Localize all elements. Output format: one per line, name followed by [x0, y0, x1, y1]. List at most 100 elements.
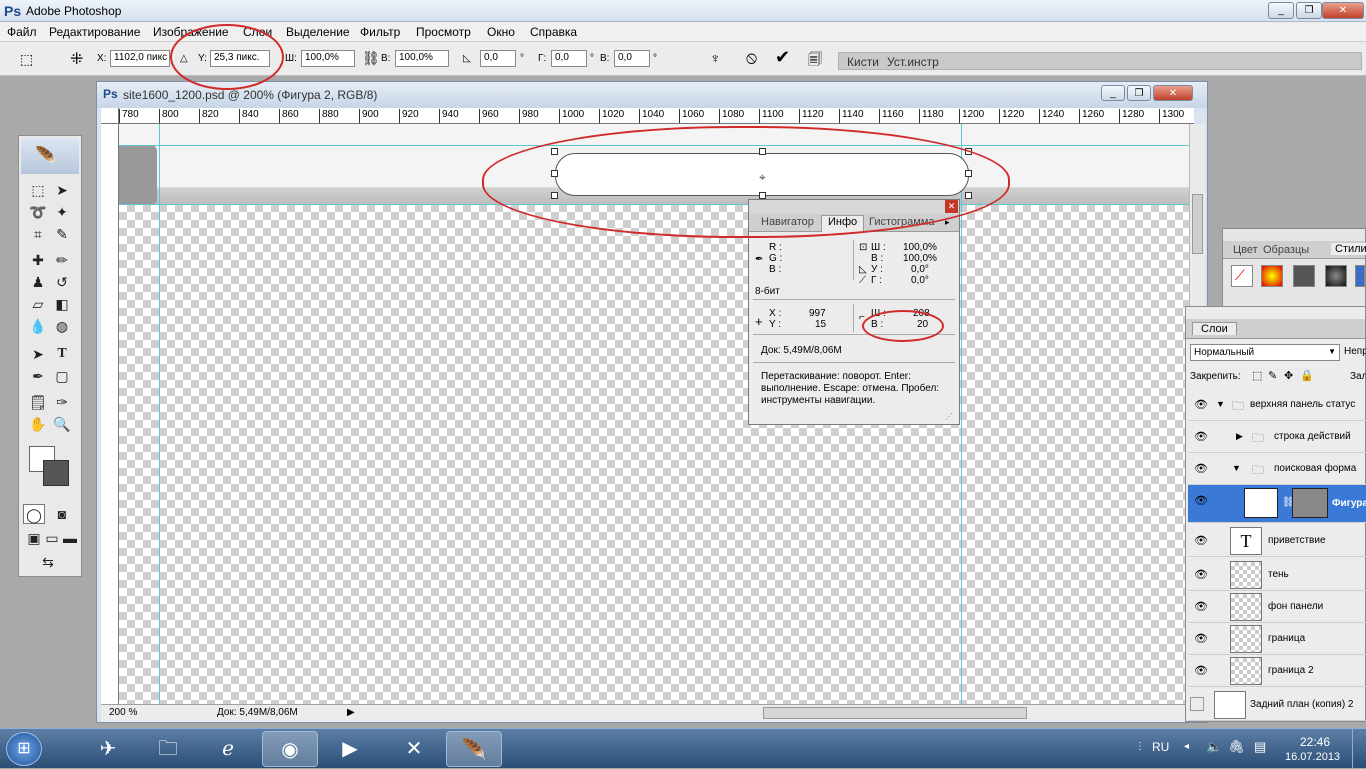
doc-restore-button[interactable]: ❐ — [1127, 85, 1151, 101]
layer-row[interactable]: 👁 фон панели — [1188, 591, 1366, 623]
eye-icon[interactable]: 👁 — [1194, 534, 1208, 547]
warp-icon[interactable]: ♆ — [710, 50, 721, 66]
style-swatch[interactable] — [1261, 265, 1283, 287]
vskew-input[interactable]: 0,0 — [614, 50, 650, 67]
blur-tool-icon[interactable]: 💧 — [27, 316, 49, 336]
media-player-icon[interactable]: ▶ — [322, 731, 378, 767]
network-icon[interactable]: ▤ — [1254, 739, 1266, 755]
notes-tool-icon[interactable]: 🗒 — [27, 392, 49, 412]
minimize-button[interactable]: _ — [1268, 2, 1294, 19]
zoom-level[interactable]: 200 % — [109, 707, 137, 718]
path-selection-icon[interactable]: ➤ — [27, 344, 49, 364]
menu-select[interactable]: Выделение — [286, 25, 350, 39]
resize-grip-icon[interactable]: ⋰ — [945, 412, 953, 421]
brushes-tab[interactable]: Кисти — [847, 55, 879, 69]
network-app-icon[interactable]: ✈ — [80, 731, 136, 767]
doc-size-status[interactable]: Док: 5,49M/8,06M — [217, 707, 298, 718]
eye-icon[interactable]: 👁 — [1194, 600, 1208, 613]
blend-mode-select[interactable]: Нормальный ▼ — [1190, 344, 1340, 361]
layer-row-selected[interactable]: 👁 ⛓ Фигура — [1188, 485, 1366, 523]
history-brush-icon[interactable]: ↺ — [51, 272, 73, 292]
volume-icon[interactable]: 🔈 — [1206, 739, 1222, 755]
shape-tool-icon[interactable]: ▢ — [51, 366, 73, 386]
angle-input[interactable]: 0,0 — [480, 50, 516, 67]
menu-window[interactable]: Окно — [487, 25, 515, 39]
lock-position-icon[interactable]: ✥ — [1284, 369, 1293, 382]
eyedropper-icon[interactable]: ✑ — [51, 392, 73, 412]
dodge-tool-icon[interactable]: ◍ — [51, 316, 73, 336]
clock-time[interactable]: 22:46 — [1300, 735, 1330, 749]
crop-tool-icon[interactable]: ⌗ — [27, 224, 49, 244]
status-menu-arrow-icon[interactable]: ▶ — [347, 707, 355, 718]
lock-image-icon[interactable]: ✎ — [1268, 369, 1277, 382]
menu-file[interactable]: Файл — [7, 25, 37, 39]
guide-line[interactable] — [159, 124, 160, 704]
lock-all-icon[interactable]: 🔒 — [1300, 369, 1314, 382]
lasso-tool-icon[interactable]: ➰ — [27, 202, 49, 222]
hand-tool-icon[interactable]: ✋ — [27, 414, 49, 434]
image-editor-icon[interactable]: ✕ — [386, 731, 442, 767]
horizontal-scroll-thumb[interactable] — [763, 707, 1027, 719]
style-swatch[interactable] — [1293, 265, 1315, 287]
tray-arrow-icon[interactable]: ◂ — [1184, 741, 1189, 752]
eye-icon[interactable]: 👁 — [1194, 632, 1208, 645]
tab-styles[interactable]: Стили — [1331, 243, 1366, 255]
chevron-down-icon[interactable]: ▼ — [1216, 399, 1225, 409]
tool-presets-tab[interactable]: Уст.инстр — [887, 55, 939, 69]
palette-well-icon[interactable]: 🗐 — [808, 49, 822, 73]
background-color-swatch[interactable] — [43, 460, 69, 486]
type-tool-icon[interactable]: T — [51, 344, 73, 364]
transform-tool-icon[interactable]: ⬚ — [20, 51, 33, 68]
brush-tool-icon[interactable]: ✏ — [51, 250, 73, 270]
chevron-down-icon[interactable]: ▼ — [1232, 463, 1241, 473]
magic-wand-icon[interactable]: ✦ — [51, 202, 73, 222]
quick-mask-icon[interactable]: ◙ — [51, 504, 73, 524]
visibility-toggle[interactable] — [1190, 697, 1204, 711]
menu-help[interactable]: Справка — [530, 25, 577, 39]
eye-icon[interactable]: 👁 — [1194, 568, 1208, 581]
ruler-origin[interactable] — [101, 108, 119, 124]
layer-row[interactable]: 👁 ▼ 🗀 поисковая форма — [1188, 453, 1366, 485]
show-hidden-icons-icon[interactable]: ⋮ — [1135, 741, 1145, 752]
commit-icon[interactable]: ✔ — [775, 47, 790, 68]
slice-tool-icon[interactable]: ✎ — [51, 224, 73, 244]
tray-app-icon[interactable]: 🖇 — [1228, 739, 1245, 755]
stamp-tool-icon[interactable]: ♟ — [27, 272, 49, 292]
layer-row[interactable]: 👁 граница 2 — [1188, 655, 1366, 687]
chevron-right-icon[interactable]: ▶ — [1236, 431, 1243, 442]
eye-icon[interactable]: 👁 — [1194, 462, 1208, 475]
marquee-tool-icon[interactable]: ⬚ — [27, 180, 49, 200]
menu-edit[interactable]: Редактирование — [49, 25, 140, 39]
clock-date[interactable]: 16.07.2013 — [1285, 751, 1340, 763]
layer-row[interactable]: 👁 ▶ 🗀 строка действий — [1188, 421, 1366, 453]
vertical-ruler[interactable] — [101, 124, 119, 704]
scroll-thumb[interactable] — [1192, 194, 1203, 254]
width-input[interactable]: 100,0% — [301, 50, 355, 67]
pen-tool-icon[interactable]: ✒ — [27, 366, 49, 386]
explorer-icon[interactable]: 🗀 — [140, 731, 196, 767]
standard-mode-icon[interactable]: ◯ — [23, 504, 45, 524]
show-desktop-button[interactable] — [1352, 729, 1366, 769]
chrome-icon[interactable]: ◉ — [262, 731, 318, 767]
cancel-icon[interactable]: ⦸ — [746, 48, 757, 68]
style-swatch[interactable] — [1355, 265, 1365, 287]
healing-brush-icon[interactable]: ✚ — [27, 250, 49, 270]
doc-minimize-button[interactable]: _ — [1101, 85, 1125, 101]
layer-row[interactable]: 👁 граница — [1188, 623, 1366, 655]
gradient-tool-icon[interactable]: ◧ — [51, 294, 73, 314]
move-tool-icon[interactable]: ➤ — [51, 180, 73, 200]
layer-row[interactable]: 👁 тень — [1188, 559, 1366, 591]
link-icon[interactable]: ⛓ — [362, 50, 380, 67]
doc-close-button[interactable]: ✕ — [1153, 85, 1193, 101]
horizontal-ruler[interactable]: 780 800 820 840 860 880 900 920 940 960 … — [119, 108, 1194, 124]
start-button[interactable]: ⊞ — [6, 732, 42, 766]
style-none-swatch[interactable]: ⟋ — [1231, 265, 1253, 287]
hskew-input[interactable]: 0,0 — [551, 50, 587, 67]
layer-row[interactable]: Задний план (копия) 2 — [1188, 689, 1366, 721]
restore-button[interactable]: ❐ — [1296, 2, 1322, 19]
eraser-tool-icon[interactable]: ▱ — [27, 294, 49, 314]
layer-row[interactable]: 👁 T приветствие — [1188, 525, 1366, 557]
layer-row[interactable]: 👁 ▼ 🗀 верхняя панель статус — [1188, 389, 1366, 421]
tab-color[interactable]: Цвет — [1233, 244, 1258, 256]
eye-icon[interactable]: 👁 — [1194, 430, 1208, 443]
